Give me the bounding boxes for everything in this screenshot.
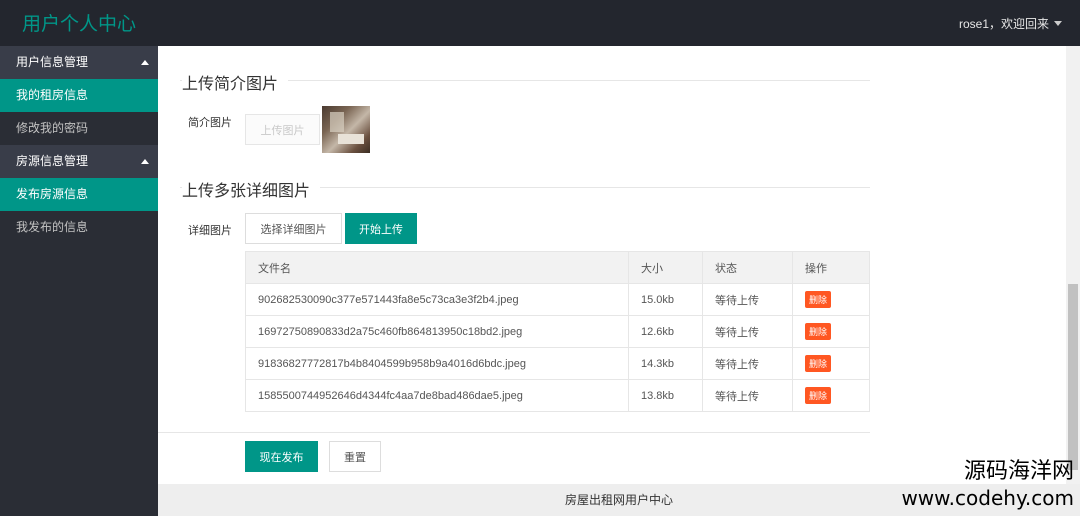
caret-down-icon	[1054, 21, 1062, 26]
delete-button[interactable]: 删除	[805, 387, 832, 404]
scrollbar[interactable]	[1066, 46, 1080, 484]
watermark-title: 源码海洋网	[963, 459, 1074, 484]
delete-button[interactable]: 删除	[805, 355, 832, 372]
file-name: 902682530090c377e571443fa8e5c73ca3e3f2b4…	[245, 283, 629, 316]
file-status: 等待上传	[702, 315, 793, 348]
select-detail-images-button[interactable]: 选择详细图片	[245, 213, 342, 244]
delete-button[interactable]: 删除	[805, 291, 832, 308]
column-header-status: 状态	[702, 251, 793, 284]
section-title-intro: 上传简介图片	[182, 70, 289, 94]
file-table: 文件名 大小 状态 操作 902682530090c377e571443fa8e…	[245, 251, 870, 412]
intro-image-label: 简介图片	[188, 117, 232, 129]
upload-intro-button[interactable]: 上传图片	[245, 114, 320, 145]
sidebar-item-my-rentals[interactable]: 我的租房信息	[0, 79, 158, 112]
publish-button[interactable]: 现在发布	[245, 441, 318, 472]
reset-button[interactable]: 重置	[329, 441, 381, 472]
thumbnail-window	[330, 112, 344, 132]
scrollbar-thumb[interactable]	[1068, 284, 1078, 470]
file-status: 等待上传	[702, 283, 793, 316]
table-row: 1585500744952646d4344fc4aa7de8bad486dae5…	[245, 379, 870, 412]
user-greeting: rose1，欢迎回来	[958, 17, 1049, 31]
delete-button[interactable]: 删除	[805, 323, 832, 340]
user-menu[interactable]: rose1，欢迎回来	[959, 15, 1062, 32]
sidebar-group-label: 用户信息管理	[16, 55, 89, 69]
top-header: 用户个人中心 rose1，欢迎回来	[0, 0, 1080, 46]
table-row: 902682530090c377e571443fa8e5c73ca3e3f2b4…	[245, 283, 870, 316]
file-action-cell: 删除	[792, 347, 870, 380]
column-header-action: 操作	[792, 251, 870, 284]
column-header-size: 大小	[628, 251, 703, 284]
watermark-url: www.codehy.com	[901, 486, 1074, 510]
sidebar-item-publish-listing[interactable]: 发布房源信息	[0, 178, 158, 211]
file-name: 1585500744952646d4344fc4aa7de8bad486dae5…	[245, 379, 629, 412]
footer-text: 房屋出租网用户中心	[564, 493, 673, 507]
file-status: 等待上传	[702, 379, 793, 412]
table-row: 16972750890833d2a75c460fb864813950c18bd2…	[245, 315, 870, 348]
sidebar-item-change-password[interactable]: 修改我的密码	[0, 112, 158, 145]
file-action-cell: 删除	[792, 379, 870, 412]
detail-image-label: 详细图片	[188, 225, 232, 237]
file-name: 16972750890833d2a75c460fb864813950c18bd2…	[245, 315, 629, 348]
file-action-cell: 删除	[792, 283, 870, 316]
sidebar-group-user-info[interactable]: 用户信息管理	[0, 46, 158, 79]
watermark: 源码海洋网 www.codehy.com	[901, 458, 1074, 510]
app-logo[interactable]: 用户个人中心	[22, 9, 136, 36]
caret-up-icon	[141, 159, 149, 164]
intro-image-thumbnail	[322, 106, 370, 153]
file-name: 91836827772817b4b8404599b958b9a4016d6bdc…	[245, 347, 629, 380]
sidebar: 用户信息管理 我的租房信息 修改我的密码 房源信息管理 发布房源信息 我发布的信…	[0, 46, 158, 516]
file-size: 12.6kb	[628, 315, 703, 348]
column-header-filename: 文件名	[245, 251, 629, 284]
sidebar-item-my-listings[interactable]: 我发布的信息	[0, 211, 158, 244]
thumbnail-bed	[338, 134, 364, 144]
file-size: 13.8kb	[628, 379, 703, 412]
table-row: 91836827772817b4b8404599b958b9a4016d6bdc…	[245, 347, 870, 380]
sidebar-group-listing[interactable]: 房源信息管理	[0, 145, 158, 178]
file-action-cell: 删除	[792, 315, 870, 348]
start-upload-button[interactable]: 开始上传	[345, 213, 417, 244]
file-size: 14.3kb	[628, 347, 703, 380]
table-header-row: 文件名 大小 状态 操作	[245, 251, 870, 284]
section-title-detail: 上传多张详细图片	[182, 177, 321, 201]
caret-up-icon	[141, 60, 149, 65]
file-size: 15.0kb	[628, 283, 703, 316]
file-status: 等待上传	[702, 347, 793, 380]
divider	[158, 432, 870, 433]
sidebar-group-label: 房源信息管理	[16, 154, 89, 168]
main-content: 上传简介图片 简介图片 上传图片 上传多张详细图片 详细图片 选择详细图片 开始…	[158, 46, 1066, 484]
